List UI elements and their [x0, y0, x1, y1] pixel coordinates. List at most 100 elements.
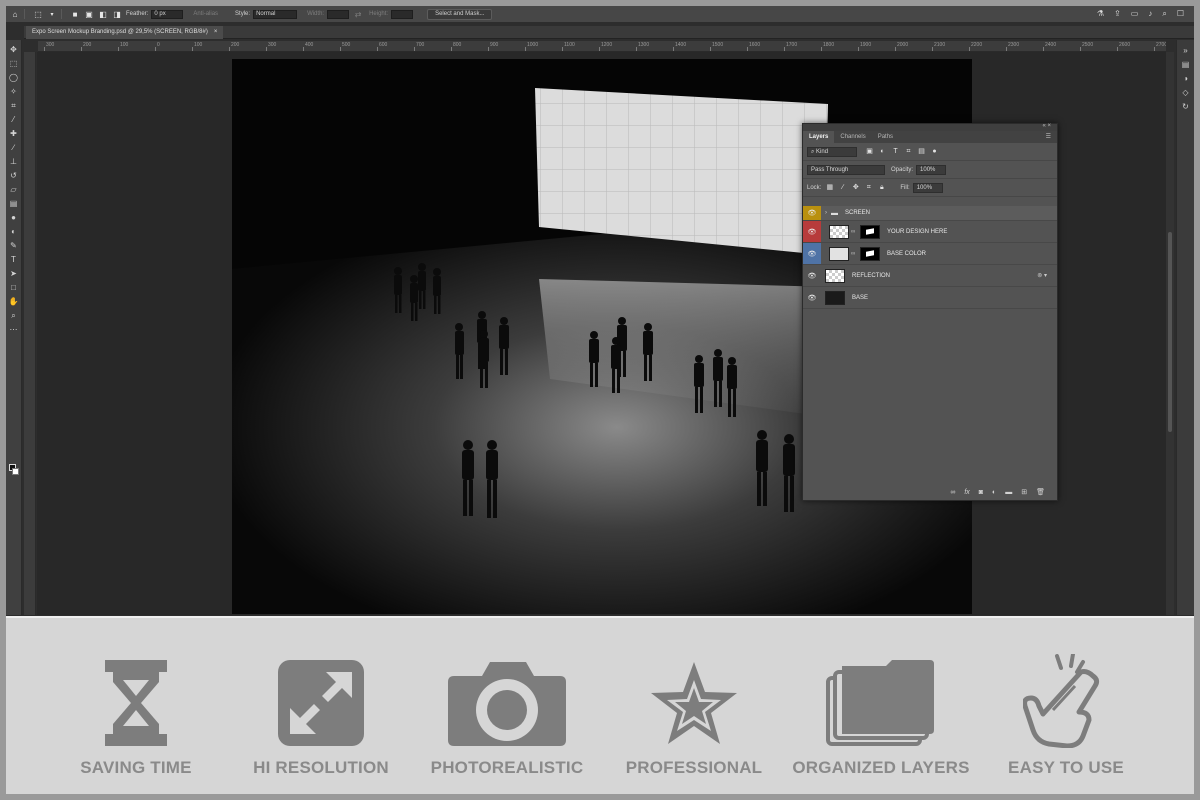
- visibility-eye-icon[interactable]: 👁︎: [803, 265, 821, 286]
- new-group-icon[interactable]: ▬: [1005, 489, 1012, 496]
- filter-kind-select[interactable]: ⌕ Kind: [807, 146, 857, 157]
- layer-mask-thumbnail[interactable]: [860, 224, 880, 239]
- layer-name: BASE: [852, 294, 869, 301]
- tab-channels[interactable]: Channels: [834, 131, 871, 143]
- filter-type-icon[interactable]: T: [891, 147, 900, 156]
- swap-icon[interactable]: ⇄: [353, 9, 363, 19]
- antialias-checkbox[interactable]: Anti-alias: [193, 11, 218, 17]
- eraser-icon[interactable]: ▱: [9, 185, 19, 195]
- panel-menu-icon[interactable]: ☰: [1046, 131, 1051, 143]
- ruler-tick-mark: [821, 47, 822, 51]
- layer-row-base-color[interactable]: 👁︎ ∞ BASE COLOR: [803, 243, 1057, 265]
- lock-position-icon[interactable]: ✥: [851, 183, 860, 192]
- document-tab[interactable]: Expo Screen Mockup Branding.psd @ 29,5% …: [26, 26, 224, 39]
- history-icon[interactable]: ↻: [1181, 102, 1191, 112]
- group-expand-chevron-icon[interactable]: ›: [825, 210, 827, 216]
- ruler-tick-mark: [747, 47, 748, 51]
- flask-icon[interactable]: ⚗: [1097, 9, 1104, 19]
- eyedropper-icon[interactable]: ⁄: [9, 115, 19, 125]
- feather-input[interactable]: 0 px: [151, 9, 184, 19]
- background-color-swatch[interactable]: [12, 468, 19, 475]
- width-input[interactable]: [327, 9, 350, 19]
- lock-all-icon[interactable]: 🔒︎: [877, 183, 886, 192]
- layer-mask-thumbnail[interactable]: [860, 246, 880, 261]
- blend-mode-select[interactable]: Pass Through: [807, 164, 885, 175]
- add-mask-icon[interactable]: ◙: [979, 489, 983, 496]
- divider: [24, 9, 25, 19]
- pen-tool-icon[interactable]: ✎: [9, 241, 19, 251]
- panel-collapse-arrows-icon[interactable]: « ×: [1042, 123, 1051, 129]
- blur-tool-icon[interactable]: ●: [9, 213, 19, 223]
- layers-panel-icon[interactable]: ◇: [1181, 88, 1191, 98]
- path-select-icon[interactable]: ➤: [9, 269, 19, 279]
- frame-icon[interactable]: ▭: [1131, 9, 1139, 19]
- filter-smart-object-icon[interactable]: ▤: [917, 147, 926, 156]
- smart-filter-icon[interactable]: ⊚ ▾: [1037, 272, 1047, 279]
- visibility-eye-icon[interactable]: 👁︎: [803, 206, 821, 220]
- height-input[interactable]: [391, 9, 414, 19]
- clone-stamp-icon[interactable]: ⊥: [9, 157, 19, 167]
- dodge-tool-icon[interactable]: ◐: [9, 227, 19, 237]
- intersect-selection-icon[interactable]: ◨: [112, 9, 122, 19]
- properties-icon[interactable]: ▤: [1181, 60, 1191, 70]
- visibility-eye-icon[interactable]: 👁︎: [803, 243, 821, 264]
- share-icon[interactable]: ⇪: [1114, 9, 1121, 19]
- hand-tool-icon[interactable]: ✋: [9, 297, 19, 307]
- filter-adjustment-icon[interactable]: ◐: [878, 147, 887, 156]
- history-brush-icon[interactable]: ↺: [9, 171, 19, 181]
- opacity-input[interactable]: 100%: [916, 164, 947, 175]
- brush-tool-icon[interactable]: ∕: [9, 143, 19, 153]
- close-tab-icon[interactable]: ×: [214, 26, 218, 39]
- crop-tool-icon[interactable]: ⌗: [9, 101, 19, 111]
- marquee-tool-icon[interactable]: ⬚: [9, 59, 19, 69]
- panel-title-bar[interactable]: « ×: [803, 123, 1057, 131]
- chevron-down-icon[interactable]: ▾: [47, 9, 57, 19]
- lock-artboard-icon[interactable]: ⌗: [864, 183, 873, 192]
- search-icon[interactable]: ⌕: [1162, 9, 1166, 19]
- filter-pixel-icon[interactable]: ▣: [865, 147, 874, 156]
- lasso-tool-icon[interactable]: ◯: [9, 73, 19, 83]
- tab-layers[interactable]: Layers: [803, 131, 835, 143]
- tab-paths[interactable]: Paths: [872, 131, 899, 143]
- filter-toggle-icon[interactable]: ●: [930, 147, 939, 156]
- mask-link-icon[interactable]: ∞: [851, 229, 855, 235]
- rectangle-tool-icon[interactable]: □: [9, 283, 19, 293]
- gradient-tool-icon[interactable]: ▤: [9, 199, 19, 209]
- filter-shape-icon[interactable]: ⌗: [904, 147, 913, 156]
- magic-wand-icon[interactable]: ✧: [9, 87, 19, 97]
- lock-pixels-icon[interactable]: ∕: [838, 183, 847, 192]
- zoom-tool-icon[interactable]: ⌕: [9, 311, 19, 321]
- adjustments-icon[interactable]: ◑: [1181, 74, 1191, 84]
- select-and-mask-button[interactable]: Select and Mask...: [427, 8, 493, 20]
- mask-link-icon[interactable]: ∞: [851, 251, 855, 257]
- link-layers-icon[interactable]: ∞: [950, 489, 955, 496]
- healing-brush-icon[interactable]: ✚: [9, 129, 19, 139]
- layer-row-your-design-here[interactable]: 👁︎ ∞ YOUR DESIGN HERE: [803, 221, 1057, 243]
- adjustment-layer-icon[interactable]: ◐: [992, 489, 996, 496]
- lock-transparency-icon[interactable]: ▦: [825, 183, 834, 192]
- move-tool-icon[interactable]: ✥: [9, 45, 19, 55]
- new-selection-icon[interactable]: ■: [70, 9, 80, 19]
- panel-collapse-icon[interactable]: »: [1181, 46, 1191, 56]
- scrollbar-thumb[interactable]: [1168, 232, 1172, 432]
- visibility-eye-icon[interactable]: 👁︎: [803, 221, 821, 242]
- layer-style-icon[interactable]: fx: [964, 489, 969, 496]
- visibility-eye-icon[interactable]: 👁︎: [803, 287, 821, 308]
- home-icon[interactable]: ⌂: [10, 9, 20, 19]
- ruler-tick-mark: [1117, 47, 1118, 51]
- layer-row-screen[interactable]: 👁︎ › ▬ SCREEN: [803, 206, 1057, 221]
- bell-icon[interactable]: ♪: [1148, 9, 1152, 19]
- fill-input[interactable]: 100%: [912, 182, 943, 193]
- layer-row-base[interactable]: 👁︎ BASE: [803, 287, 1057, 309]
- workspace-icon[interactable]: ☐: [1177, 9, 1184, 19]
- style-select[interactable]: Normal: [253, 9, 298, 19]
- ruler-tick-label: 1300: [638, 42, 650, 48]
- add-to-selection-icon[interactable]: ▣: [84, 9, 94, 19]
- delete-layer-icon[interactable]: 🗑︎: [1036, 488, 1045, 496]
- new-layer-icon[interactable]: ⊞: [1021, 488, 1027, 496]
- marquee-tool-preset-icon[interactable]: ⬚: [33, 9, 43, 19]
- more-tools-icon[interactable]: ⋯: [9, 325, 19, 335]
- type-tool-icon[interactable]: T: [9, 255, 19, 265]
- subtract-selection-icon[interactable]: ◧: [98, 9, 108, 19]
- layer-row-reflection[interactable]: 👁︎ REFLECTION ⊚ ▾: [803, 265, 1057, 287]
